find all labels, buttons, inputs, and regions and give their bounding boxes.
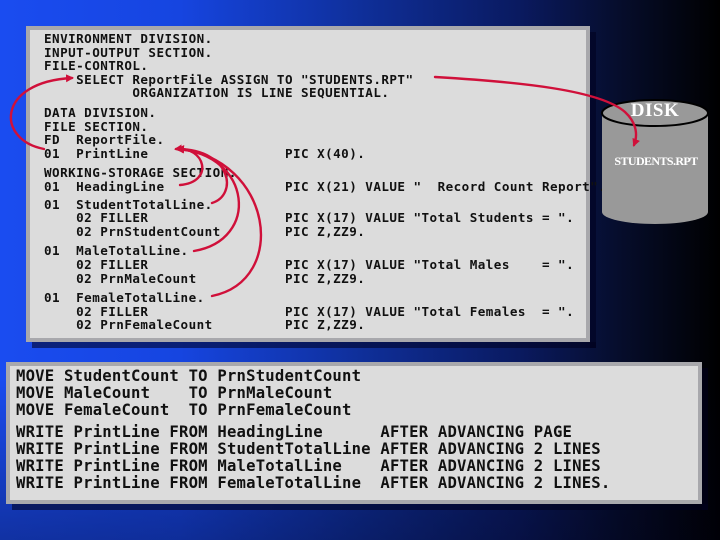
disk-label: DISK xyxy=(630,100,680,121)
disk-cylinder-icon xyxy=(601,99,709,224)
disk-file-name: STUDENTS.RPT xyxy=(614,154,698,168)
